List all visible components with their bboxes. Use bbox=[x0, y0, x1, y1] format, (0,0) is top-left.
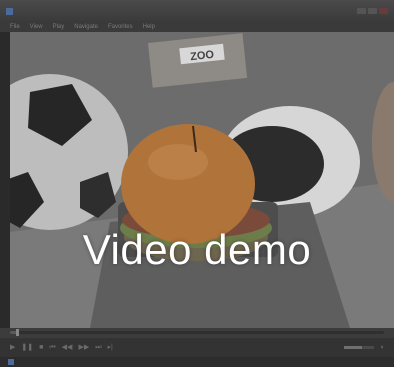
media-player-icon bbox=[6, 7, 13, 15]
play-icon[interactable]: ▶ bbox=[10, 344, 15, 351]
video-caption: Video demo bbox=[82, 226, 312, 273]
seek-bar[interactable] bbox=[0, 328, 394, 338]
maximize-icon[interactable] bbox=[368, 8, 377, 14]
video-frame: ZOO bbox=[10, 32, 394, 328]
menu-bar: File View Play Navigate Favorites Help bbox=[0, 22, 394, 32]
menu-navigate[interactable]: Navigate bbox=[74, 24, 98, 30]
status-bar bbox=[0, 357, 394, 367]
video-viewport[interactable]: ZOO bbox=[10, 32, 394, 328]
status-icon bbox=[8, 359, 14, 365]
scene-sign-text: ZOO bbox=[190, 49, 215, 63]
seek-track[interactable] bbox=[10, 329, 384, 336]
close-icon[interactable] bbox=[379, 8, 388, 14]
minimize-icon[interactable] bbox=[357, 8, 366, 14]
skip-back-icon[interactable]: ⏮ bbox=[49, 344, 55, 351]
menu-help[interactable]: Help bbox=[143, 24, 155, 30]
frame-step-icon[interactable]: ▸| bbox=[108, 344, 113, 351]
playback-controls: ▶ ❚❚ ■ ⏮ ◀◀ ▶▶ ⏭ ▸| ◖ bbox=[0, 338, 394, 357]
menu-favorites[interactable]: Favorites bbox=[108, 24, 133, 30]
window-titlebar[interactable] bbox=[0, 0, 394, 22]
window-controls bbox=[357, 8, 388, 14]
menu-view[interactable]: View bbox=[30, 24, 43, 30]
menu-file[interactable]: File bbox=[10, 24, 20, 30]
speaker-icon[interactable]: ◖ bbox=[380, 344, 384, 351]
volume-slider[interactable] bbox=[343, 346, 374, 349]
menu-play[interactable]: Play bbox=[53, 24, 65, 30]
fast-forward-icon[interactable]: ▶▶ bbox=[78, 344, 89, 351]
rewind-icon[interactable]: ◀◀ bbox=[62, 344, 73, 351]
pause-icon[interactable]: ❚❚ bbox=[21, 344, 33, 351]
volume-level bbox=[343, 346, 362, 349]
skip-forward-icon[interactable]: ⏭ bbox=[95, 344, 101, 351]
stop-icon[interactable]: ■ bbox=[39, 344, 43, 351]
seek-thumb[interactable] bbox=[16, 329, 20, 336]
